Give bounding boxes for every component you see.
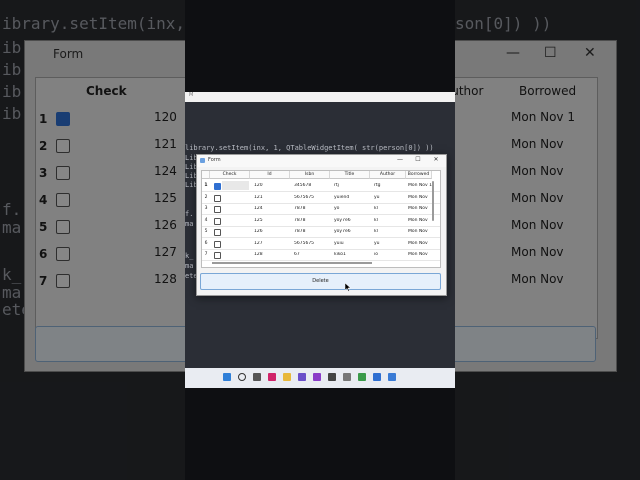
media-icon[interactable] — [313, 373, 321, 381]
cell-isbn[interactable]: 5675675 — [294, 195, 330, 200]
column-header-check[interactable]: Check — [210, 171, 250, 179]
row-divider — [202, 260, 440, 261]
row-checkbox[interactable] — [214, 240, 221, 248]
terminal-icon[interactable] — [373, 373, 381, 381]
column-header-author[interactable]: Author — [370, 171, 406, 179]
cell-title[interactable]: kiko1 — [334, 252, 370, 257]
cell-isbn[interactable]: 67 — [294, 252, 330, 257]
cell-id[interactable]: 121 — [254, 195, 290, 200]
cell-borrowed[interactable]: Mon Nov 1 — [408, 183, 432, 188]
column-header-borrowed[interactable]: Borrowed — [406, 171, 432, 179]
minimize-icon[interactable]: — — [395, 156, 405, 163]
column-header-isbn[interactable]: Isbn — [290, 171, 330, 179]
cell-borrowed[interactable]: Mon Nov — [408, 218, 432, 223]
row-checkbox[interactable] — [214, 229, 221, 236]
cell-author[interactable]: kl — [374, 229, 410, 234]
cell-title[interactable]: rtj — [334, 183, 370, 188]
cell-id[interactable]: 128 — [254, 252, 290, 257]
selected-cell — [222, 181, 249, 190]
cell-id[interactable]: 124 — [254, 206, 290, 211]
row-checkbox[interactable] — [214, 183, 221, 190]
app-icon[interactable] — [298, 373, 306, 381]
cell-author[interactable]: io — [374, 252, 410, 257]
row-checkbox[interactable] — [214, 206, 221, 213]
cell-author[interactable]: kl — [374, 218, 410, 223]
task-view-icon[interactable] — [253, 373, 261, 381]
cell-title[interactable]: yoy7e6 — [334, 218, 370, 223]
cell-author[interactable]: yu — [374, 241, 410, 246]
code-line: ma — [185, 262, 194, 270]
chat-icon[interactable] — [358, 373, 366, 381]
cell-isbn[interactable]: 7878 — [294, 206, 330, 211]
books-table[interactable]: Check Id Isbn Title Author Borrowed 1 120… — [201, 170, 441, 268]
row-checkbox[interactable] — [214, 194, 221, 202]
cell-title[interactable]: yuiend — [334, 195, 370, 200]
row-number: 7 — [204, 252, 208, 257]
mouse-cursor-icon — [345, 283, 351, 292]
code-line: ma — [185, 220, 194, 228]
cell-title[interactable]: yo — [334, 206, 370, 211]
cell-isbn[interactable]: 7878 — [294, 229, 330, 234]
code-line: f. — [185, 210, 194, 218]
row-checkbox[interactable] — [214, 252, 221, 259]
cell-borrowed[interactable]: Mon Nov — [408, 206, 432, 211]
table-row[interactable]: 3 124 7878 yo kl Mon Nov — [202, 203, 440, 215]
cell-author[interactable]: kl — [374, 206, 410, 211]
table-row[interactable]: 5 126 7878 yoy7e6 kl Mon Nov — [202, 226, 440, 238]
code-line: library.setItem(inx, 1, QTableWidgetItem… — [185, 144, 434, 152]
cell-title[interactable]: yuiu — [334, 241, 370, 246]
table-row[interactable]: 2 121 5675675 yuiend yu Mon Nov — [202, 192, 440, 204]
row-number: 3 — [204, 206, 208, 211]
top-bar: M — [185, 92, 455, 102]
close-icon[interactable]: ✕ — [431, 156, 441, 163]
row-number: 5 — [204, 229, 208, 234]
cell-id[interactable]: 120 — [254, 183, 290, 188]
search-icon[interactable] — [238, 373, 246, 381]
code-line: k_ — [185, 252, 194, 260]
taskbar — [185, 368, 455, 388]
table-row[interactable]: 4 125 7878 yoy7e6 kl Mon Nov — [202, 215, 440, 227]
form-window: Form — ☐ ✕ Check Id Isbn Title Author Bo… — [196, 154, 447, 296]
table-row[interactable]: 1 120 345678 rtj rtg Mon Nov 1 — [202, 180, 440, 192]
column-header-id[interactable]: Id — [250, 171, 290, 179]
form-title-bar: Form — ☐ ✕ — [197, 155, 446, 167]
cell-title[interactable]: yoy7e6 — [334, 229, 370, 234]
row-checkbox[interactable] — [214, 217, 221, 225]
row-number: 1 — [204, 183, 208, 188]
cell-borrowed[interactable]: Mon Nov — [408, 195, 432, 200]
form-app-icon — [200, 158, 205, 163]
cell-author[interactable]: yu — [374, 195, 410, 200]
vertical-scrollbar[interactable] — [432, 181, 434, 221]
screen: M library.setItem(inx, 1, QTableWidgetIt… — [185, 92, 455, 388]
maximize-icon[interactable]: ☐ — [413, 156, 423, 163]
horizontal-scrollbar[interactable] — [212, 262, 372, 264]
table-corner — [202, 171, 210, 179]
row-number: 6 — [204, 240, 208, 246]
table-row[interactable]: 7 128 67 kiko1 io Mon Nov — [202, 249, 440, 261]
cell-borrowed[interactable]: Mon Nov — [408, 229, 432, 234]
row-number: 4 — [204, 217, 208, 223]
cell-id[interactable]: 127 — [254, 241, 290, 246]
table-row[interactable]: 6 127 5675675 yuiu yu Mon Nov — [202, 238, 440, 250]
cell-isbn[interactable]: 7878 — [294, 218, 330, 223]
cell-borrowed[interactable]: Mon Nov — [408, 252, 432, 257]
cell-borrowed[interactable]: Mon Nov — [408, 241, 432, 246]
settings-icon[interactable] — [343, 373, 351, 381]
windows-icon[interactable] — [223, 373, 231, 381]
row-number: 2 — [204, 194, 208, 200]
form-title: Form — [208, 157, 221, 163]
cell-id[interactable]: 126 — [254, 229, 290, 234]
cell-id[interactable]: 125 — [254, 218, 290, 223]
cell-isbn[interactable]: 345678 — [294, 183, 330, 188]
browser-icon[interactable] — [268, 373, 276, 381]
top-bar-label: M — [189, 92, 194, 98]
column-header-title[interactable]: Title — [330, 171, 370, 179]
app2-icon[interactable] — [328, 373, 336, 381]
python-icon[interactable] — [388, 373, 396, 381]
folder-icon[interactable] — [283, 373, 291, 381]
delete-button[interactable]: Delete — [200, 273, 441, 290]
cell-author[interactable]: rtg — [374, 183, 410, 188]
cell-isbn[interactable]: 5675675 — [294, 241, 330, 246]
